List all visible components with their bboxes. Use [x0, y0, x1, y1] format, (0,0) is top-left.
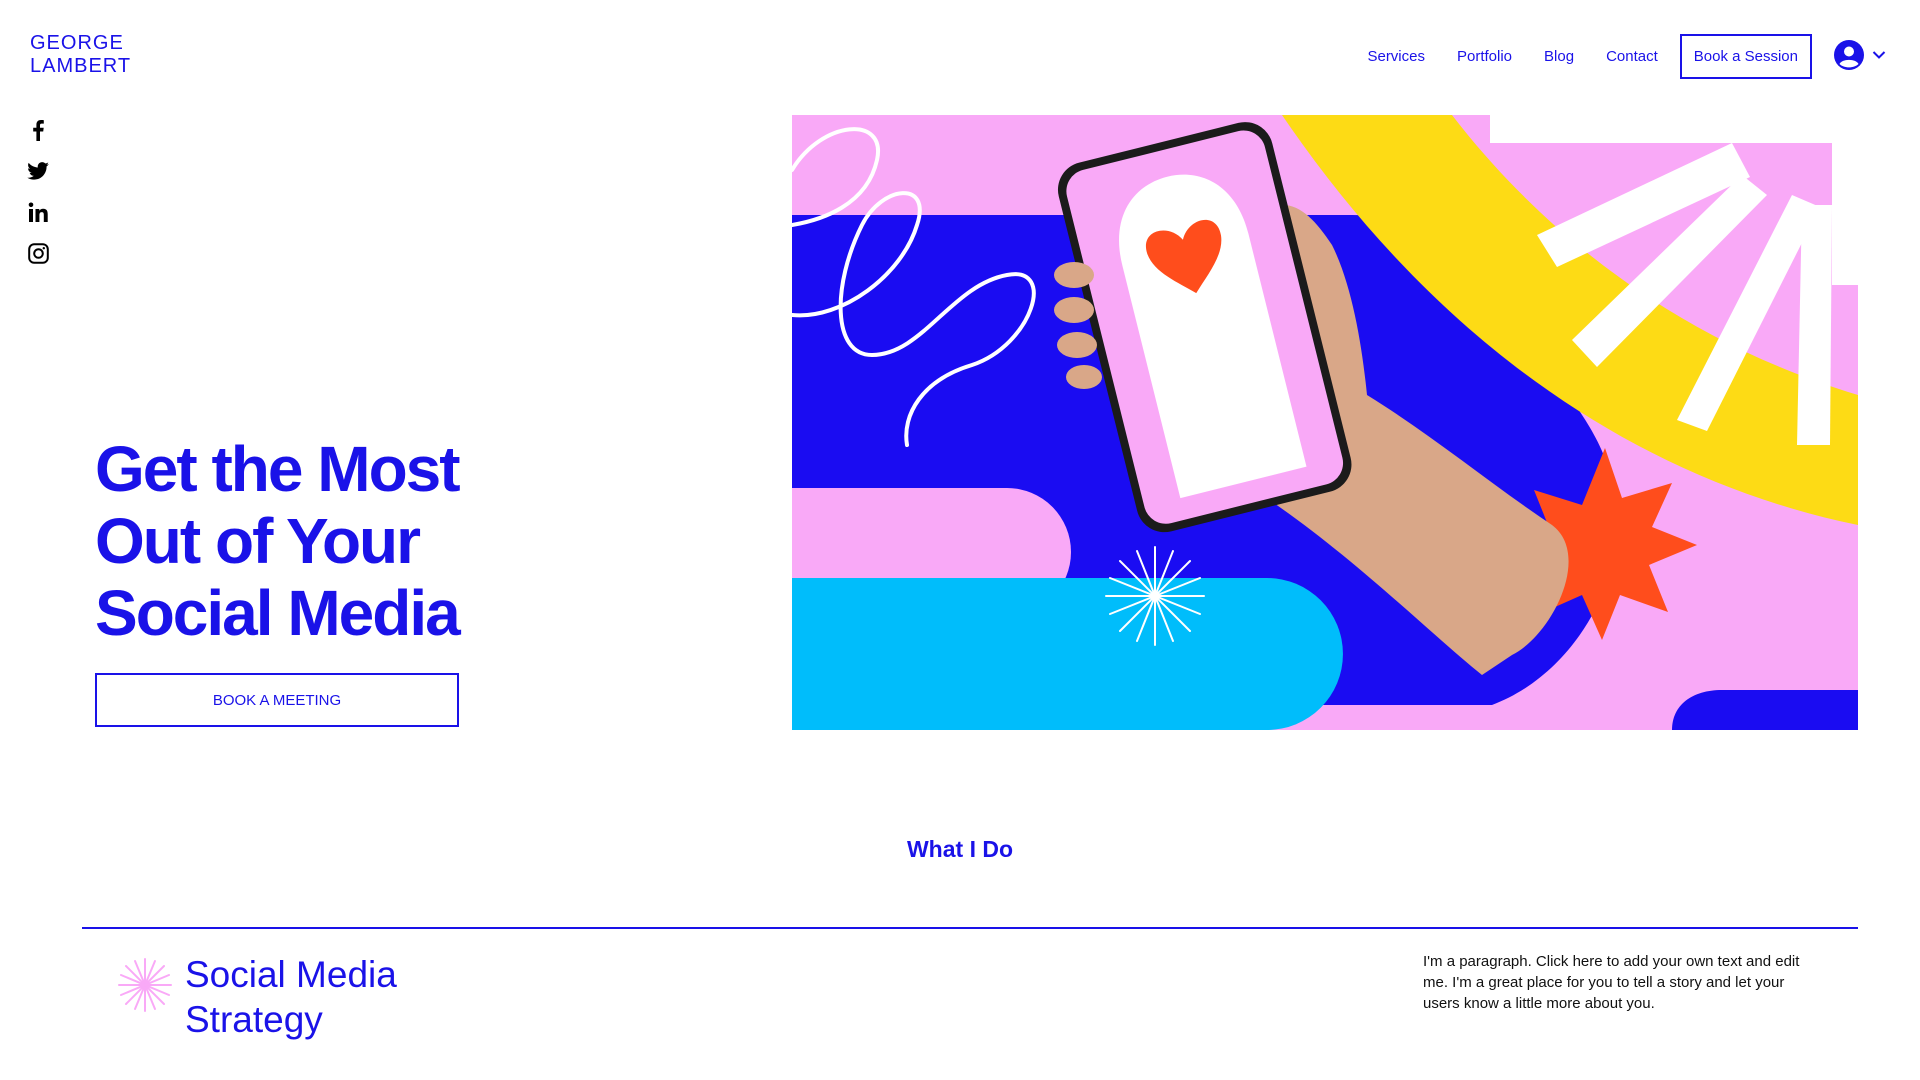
linkedin-icon[interactable]: [26, 200, 50, 224]
nav-item-blog[interactable]: Blog: [1544, 48, 1574, 65]
hero-title-line-3: Social Media: [95, 577, 461, 649]
section-divider: [82, 927, 1858, 929]
sparkle-icon: [118, 958, 172, 1012]
instagram-icon[interactable]: [26, 241, 50, 265]
chevron-down-icon: [1872, 51, 1886, 59]
hero-title-line-2: Out of Your: [95, 505, 421, 577]
nav-item-contact[interactable]: Contact: [1606, 48, 1658, 65]
account-menu[interactable]: [1834, 40, 1886, 70]
service-description: I'm a paragraph. Click here to add your …: [1423, 953, 1800, 1012]
logo-line-2: LAMBERT: [30, 55, 132, 77]
logo-line-1: GEORGE: [30, 32, 124, 54]
service-title-line-2: Strategy: [185, 999, 323, 1040]
user-avatar-icon: [1834, 40, 1864, 70]
section-title: What I Do: [906, 836, 1014, 862]
book-session-button[interactable]: Book a Session: [1679, 34, 1812, 79]
main-nav: Services Portfolio Blog Contact Book a S…: [1335, 34, 1812, 79]
nav-item-services[interactable]: Services: [1367, 48, 1425, 65]
nav-item-portfolio[interactable]: Portfolio: [1457, 48, 1512, 65]
site-logo[interactable]: GEORGE LAMBERT: [30, 32, 131, 78]
hero-illustration: [792, 115, 1858, 730]
facebook-icon[interactable]: [26, 118, 50, 142]
hero-title-line-1: Get the Most: [95, 433, 461, 505]
hero-title: Get the Most Out of Your Social Media: [95, 433, 535, 649]
service-title-line-1: Social Media: [185, 954, 397, 995]
twitter-icon[interactable]: [26, 159, 50, 183]
social-bar: [26, 118, 50, 265]
book-meeting-button[interactable]: BOOK A MEETING: [95, 673, 459, 727]
service-title: Social Media Strategy: [185, 952, 485, 1042]
